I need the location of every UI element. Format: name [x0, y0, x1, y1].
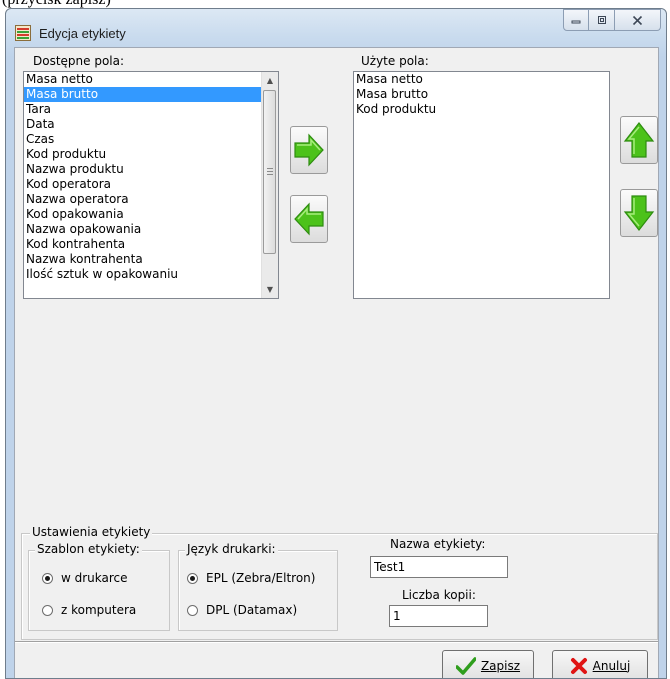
used-fields-label: Użyte pola: — [361, 54, 429, 68]
close-icon — [632, 15, 643, 25]
dialog-client-area: Dostępne pola: Masa netto Masa brutto Tara… — [14, 47, 659, 678]
used-fields-list[interactable]: Masa netto Masa brutto Kod produktu — [353, 71, 610, 299]
radio-language-dpl[interactable]: DPL (Datamax) — [187, 603, 297, 617]
label-name-label: Nazwa etykiety: — [390, 537, 486, 551]
checkmark-icon — [455, 656, 476, 675]
template-group-title: Szablon etykiety: — [35, 542, 142, 556]
maximize-button[interactable] — [589, 9, 615, 31]
move-down-button[interactable] — [620, 189, 658, 237]
close-x-icon — [570, 657, 587, 674]
minimize-button[interactable] — [563, 9, 589, 31]
list-item[interactable]: Nazwa produktu — [24, 162, 278, 177]
copies-label: Liczba kopii: — [402, 588, 476, 602]
list-item[interactable]: Masa netto — [354, 72, 609, 87]
list-item[interactable]: Masa netto — [24, 72, 278, 87]
scroll-down-arrow[interactable]: ▼ — [262, 281, 278, 298]
list-item[interactable]: Tara — [24, 102, 278, 117]
radio-label-language-dpl: DPL (Datamax) — [206, 603, 298, 617]
arrow-right-icon — [294, 133, 324, 167]
printer-language-group: Język drukarki: EPL (Zebra/Eltron) DPL (… — [178, 542, 338, 631]
used-fields-items: Masa netto Masa brutto Kod produktu — [354, 72, 609, 117]
template-group: Szablon etykiety: w drukarce z komputera — [28, 542, 170, 631]
list-item[interactable]: Kod operatora — [24, 177, 278, 192]
list-item[interactable]: Masa brutto — [24, 87, 278, 102]
list-item[interactable]: Czas — [24, 132, 278, 147]
radio-button[interactable] — [42, 604, 53, 616]
radio-button[interactable] — [187, 604, 198, 616]
list-item[interactable]: Ilość sztuk w opakowaniu — [24, 267, 278, 282]
arrow-up-icon — [623, 122, 655, 158]
scroll-up-arrow[interactable]: ▲ — [262, 72, 278, 89]
list-item[interactable]: Nazwa operatora — [24, 192, 278, 207]
window-title: Edycja etykiety — [39, 26, 126, 41]
radio-button[interactable] — [42, 572, 53, 584]
cancel-button-label: Anuluj — [592, 658, 631, 673]
list-item[interactable]: Kod opakowania — [24, 207, 278, 222]
list-item[interactable]: Nazwa opakowania — [24, 222, 278, 237]
radio-template-computer[interactable]: z komputera — [42, 603, 136, 617]
move-up-button[interactable] — [620, 116, 658, 164]
arrow-left-icon — [294, 202, 324, 236]
available-fields-scrollbar[interactable]: ▲ ▼ — [261, 72, 278, 298]
radio-label-template-computer: z komputera — [61, 603, 137, 617]
list-item[interactable]: Kod produktu — [354, 102, 609, 117]
radio-button[interactable] — [187, 572, 198, 584]
save-button[interactable]: Zapisz — [442, 650, 534, 678]
maximize-icon — [597, 16, 606, 24]
footer-separator — [15, 641, 658, 643]
minimize-icon — [571, 20, 581, 24]
printer-language-title: Język drukarki: — [185, 542, 278, 556]
list-item[interactable]: Kod produktu — [24, 147, 278, 162]
arrow-down-icon — [623, 195, 655, 231]
close-button[interactable] — [615, 9, 661, 31]
list-item[interactable]: Nazwa kontrahenta — [24, 252, 278, 267]
scrollbar-thumb[interactable] — [263, 90, 276, 254]
caption-buttons — [563, 9, 661, 33]
title-bar[interactable]: Edycja etykiety — [6, 9, 666, 49]
list-item[interactable]: Kod kontrahenta — [24, 237, 278, 252]
save-button-label: Zapisz — [480, 658, 521, 673]
label-name-input[interactable] — [370, 556, 508, 578]
cancel-button[interactable]: Anuluj — [552, 650, 648, 678]
remove-field-button[interactable] — [290, 195, 328, 243]
list-item[interactable]: Masa brutto — [354, 87, 609, 102]
label-settings-group: Ustawienia etykiety Szablon etykiety: w … — [21, 525, 658, 640]
available-fields-label: Dostępne pola: — [33, 54, 125, 68]
list-item[interactable]: Data — [24, 117, 278, 132]
radio-label-template-printer: w drukarce — [61, 571, 128, 585]
radio-language-epl[interactable]: EPL (Zebra/Eltron) — [187, 571, 315, 585]
copies-input[interactable] — [389, 605, 488, 627]
dialog-window: Edycja etykiety Dostępne pola: Masa nett… — [5, 8, 667, 679]
radio-template-printer[interactable]: w drukarce — [42, 571, 128, 585]
label-settings-title: Ustawienia etykiety — [30, 525, 153, 539]
add-field-button[interactable] — [290, 126, 328, 174]
available-fields-items: Masa netto Masa brutto Tara Data Czas Kod pro… — [24, 72, 278, 282]
radio-label-language-epl: EPL (Zebra/Eltron) — [206, 571, 316, 585]
app-icon — [15, 25, 31, 41]
available-fields-list[interactable]: Masa netto Masa brutto Tara Data Czas Kod pro… — [23, 71, 279, 299]
